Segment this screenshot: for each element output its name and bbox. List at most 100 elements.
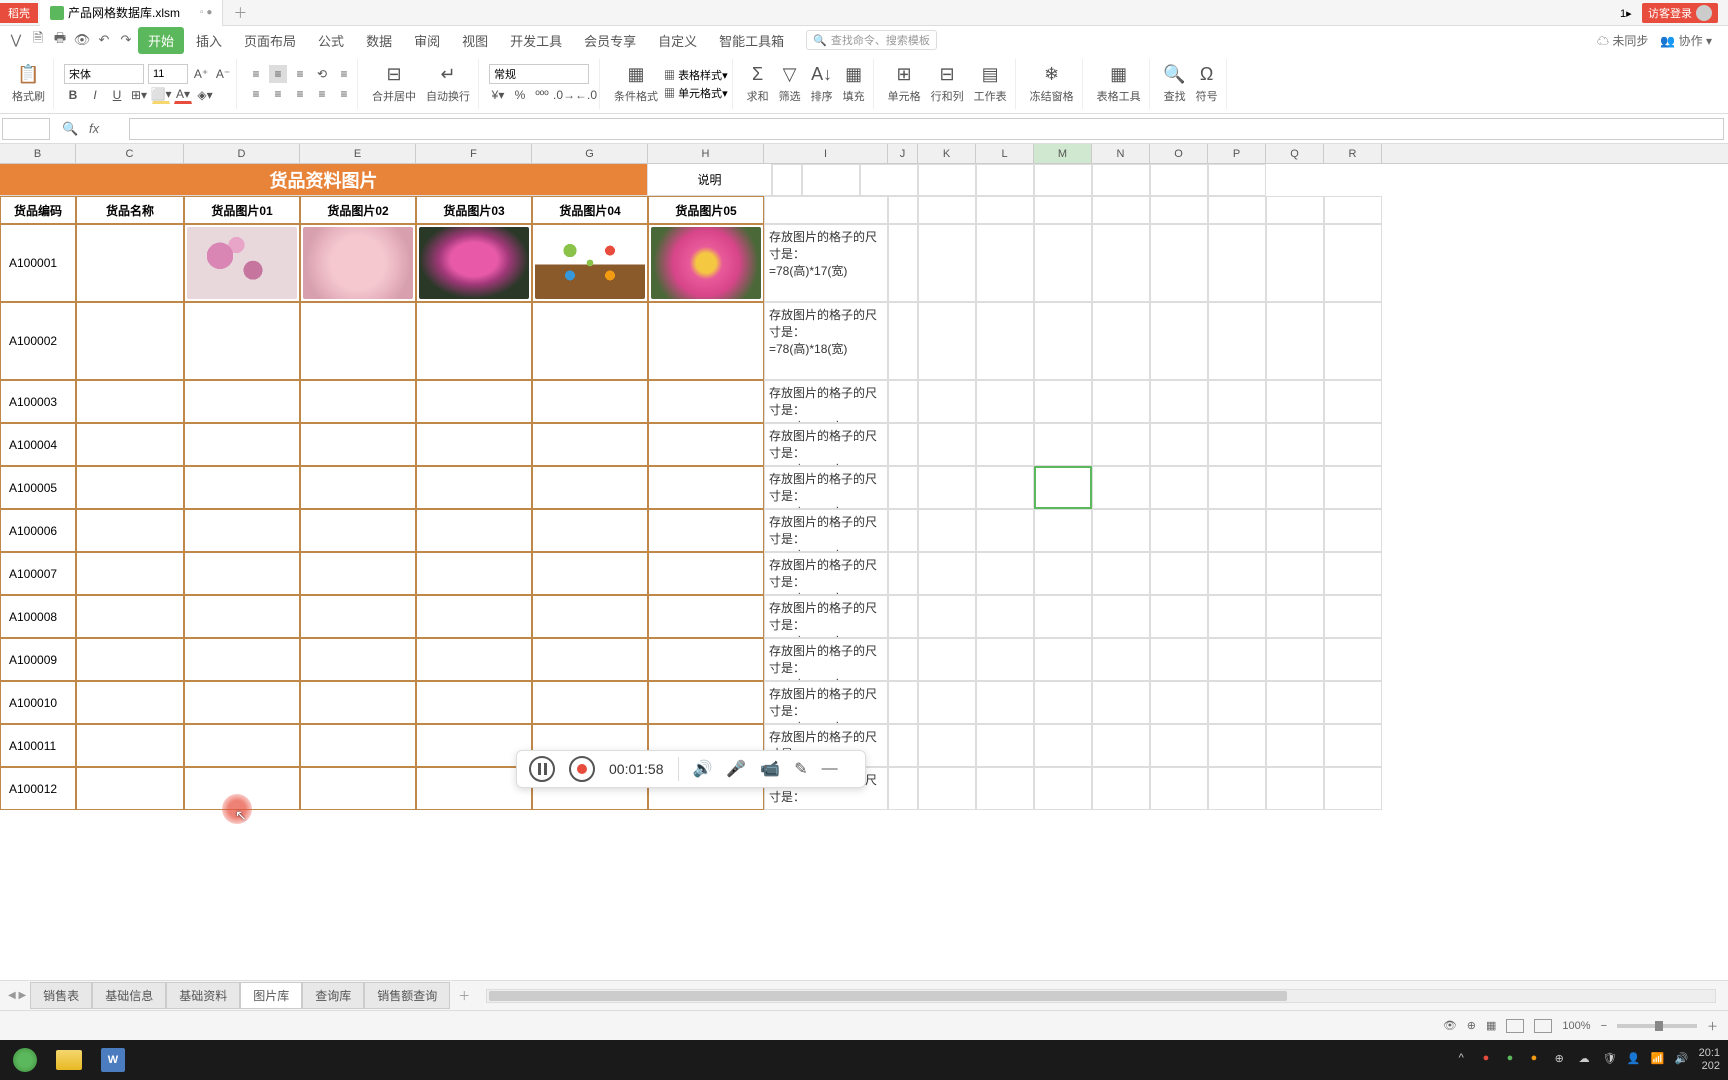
cell[interactable] bbox=[1092, 196, 1150, 224]
name-cell[interactable] bbox=[76, 302, 184, 380]
image-cell[interactable] bbox=[648, 466, 764, 509]
format-painter-button[interactable]: 格式刷 bbox=[8, 88, 49, 104]
name-cell[interactable] bbox=[76, 380, 184, 423]
cell[interactable] bbox=[764, 196, 888, 224]
find-button[interactable]: 🔍查找 bbox=[1160, 64, 1190, 104]
image-cell[interactable] bbox=[184, 509, 300, 552]
tabletools-button[interactable]: ▦表格工具 bbox=[1093, 64, 1145, 104]
align-right-icon[interactable]: ≡ bbox=[291, 85, 309, 103]
eye-icon[interactable]: 👁 bbox=[1443, 1019, 1457, 1032]
freeze-button[interactable]: ❄冻结窗格 bbox=[1026, 64, 1078, 104]
note-cell[interactable]: 存放图片的格子的尺寸是： =78(高)*18(宽) bbox=[764, 302, 888, 380]
code-cell[interactable]: A100002 bbox=[0, 302, 76, 380]
focus-icon[interactable]: ⊕ bbox=[1467, 1019, 1476, 1032]
percent-icon[interactable]: % bbox=[511, 86, 529, 104]
bold-icon[interactable]: B bbox=[64, 86, 82, 104]
code-cell[interactable]: A100004 bbox=[0, 423, 76, 466]
cell[interactable] bbox=[888, 380, 918, 423]
cell[interactable] bbox=[1266, 509, 1324, 552]
size-select[interactable] bbox=[148, 64, 188, 84]
cell[interactable] bbox=[976, 224, 1034, 302]
image-cell[interactable] bbox=[648, 423, 764, 466]
cell[interactable] bbox=[1208, 224, 1266, 302]
sheet-tab[interactable]: 销售表 bbox=[30, 982, 92, 1009]
cell[interactable] bbox=[1324, 196, 1382, 224]
cell[interactable] bbox=[1324, 302, 1382, 380]
col-header[interactable]: G bbox=[532, 144, 648, 163]
name-cell[interactable] bbox=[76, 552, 184, 595]
explorer-button[interactable] bbox=[48, 1044, 90, 1076]
image-cell[interactable] bbox=[416, 466, 532, 509]
cell[interactable] bbox=[888, 767, 918, 810]
align-middle-icon[interactable]: ≡ bbox=[269, 65, 287, 83]
image-cell[interactable] bbox=[300, 423, 416, 466]
cell[interactable] bbox=[976, 423, 1034, 466]
cell[interactable] bbox=[1092, 552, 1150, 595]
cell[interactable] bbox=[1150, 302, 1208, 380]
cell[interactable] bbox=[976, 380, 1034, 423]
cell[interactable] bbox=[1034, 552, 1092, 595]
tab-review[interactable]: 审阅 bbox=[404, 27, 450, 54]
cell[interactable] bbox=[860, 164, 918, 196]
image-cell[interactable] bbox=[184, 681, 300, 724]
cell[interactable] bbox=[1266, 638, 1324, 681]
note-cell[interactable]: 存放图片的格子的尺寸是： =78(高)*22(宽) bbox=[764, 509, 888, 552]
cell[interactable] bbox=[1034, 302, 1092, 380]
image-cell[interactable] bbox=[532, 681, 648, 724]
cell[interactable] bbox=[1034, 681, 1092, 724]
cell[interactable] bbox=[1208, 380, 1266, 423]
align-top-icon[interactable]: ≡ bbox=[247, 65, 265, 83]
col-header[interactable]: Q bbox=[1266, 144, 1324, 163]
cell[interactable] bbox=[976, 552, 1034, 595]
cell[interactable] bbox=[1092, 423, 1150, 466]
image-cell[interactable] bbox=[648, 681, 764, 724]
note-cell[interactable]: 存放图片的格子的尺寸是： =78(高)*19(宽) bbox=[764, 380, 888, 423]
cell[interactable] bbox=[1324, 724, 1382, 767]
image-cell[interactable] bbox=[300, 767, 416, 810]
cell[interactable] bbox=[802, 164, 860, 196]
name-cell[interactable] bbox=[76, 466, 184, 509]
name-cell[interactable] bbox=[76, 509, 184, 552]
table-header[interactable]: 货品图片04 bbox=[532, 196, 648, 224]
cell[interactable] bbox=[1150, 638, 1208, 681]
name-box[interactable] bbox=[2, 118, 50, 140]
note-cell[interactable]: 存放图片的格子的尺寸是： =78(高)*17(宽) bbox=[764, 224, 888, 302]
orientation-icon[interactable]: ⟲ bbox=[313, 65, 331, 83]
tray-icon[interactable]: 🔊 bbox=[1675, 1052, 1691, 1068]
cell[interactable] bbox=[1324, 423, 1382, 466]
note-header[interactable]: 说明 bbox=[648, 164, 772, 196]
image-cell[interactable] bbox=[416, 302, 532, 380]
cell[interactable] bbox=[976, 724, 1034, 767]
image-cell[interactable] bbox=[184, 552, 300, 595]
indent-dec-icon[interactable]: ≡ bbox=[335, 65, 353, 83]
tray-icon[interactable]: 📶 bbox=[1651, 1052, 1667, 1068]
cell[interactable] bbox=[1034, 638, 1092, 681]
cell[interactable] bbox=[918, 552, 976, 595]
cell[interactable] bbox=[976, 767, 1034, 810]
tab-dev[interactable]: 开发工具 bbox=[500, 27, 572, 54]
cell[interactable] bbox=[1266, 724, 1324, 767]
cell[interactable] bbox=[1324, 224, 1382, 302]
image-cell[interactable] bbox=[300, 380, 416, 423]
sheet-tab[interactable]: 基础资料 bbox=[166, 982, 240, 1009]
sync-status[interactable]: ☁ 未同步 bbox=[1597, 32, 1648, 49]
cell[interactable] bbox=[1324, 509, 1382, 552]
image-cell[interactable] bbox=[532, 552, 648, 595]
cell[interactable] bbox=[888, 224, 918, 302]
code-cell[interactable]: A100006 bbox=[0, 509, 76, 552]
cell[interactable] bbox=[888, 196, 918, 224]
cell[interactable] bbox=[1266, 380, 1324, 423]
cell[interactable] bbox=[1208, 302, 1266, 380]
symbol-button[interactable]: Ω符号 bbox=[1192, 64, 1222, 104]
code-cell[interactable]: A100001 bbox=[0, 224, 76, 302]
zoom-slider[interactable] bbox=[1617, 1024, 1697, 1028]
image-cell[interactable] bbox=[184, 302, 300, 380]
cell[interactable] bbox=[1034, 767, 1092, 810]
cell[interactable] bbox=[976, 595, 1034, 638]
cell[interactable] bbox=[918, 509, 976, 552]
cell[interactable] bbox=[1324, 638, 1382, 681]
currency-icon[interactable]: ¥▾ bbox=[489, 86, 507, 104]
tray-icon[interactable]: ● bbox=[1531, 1052, 1547, 1068]
col-header[interactable]: F bbox=[416, 144, 532, 163]
image-cell[interactable] bbox=[648, 380, 764, 423]
